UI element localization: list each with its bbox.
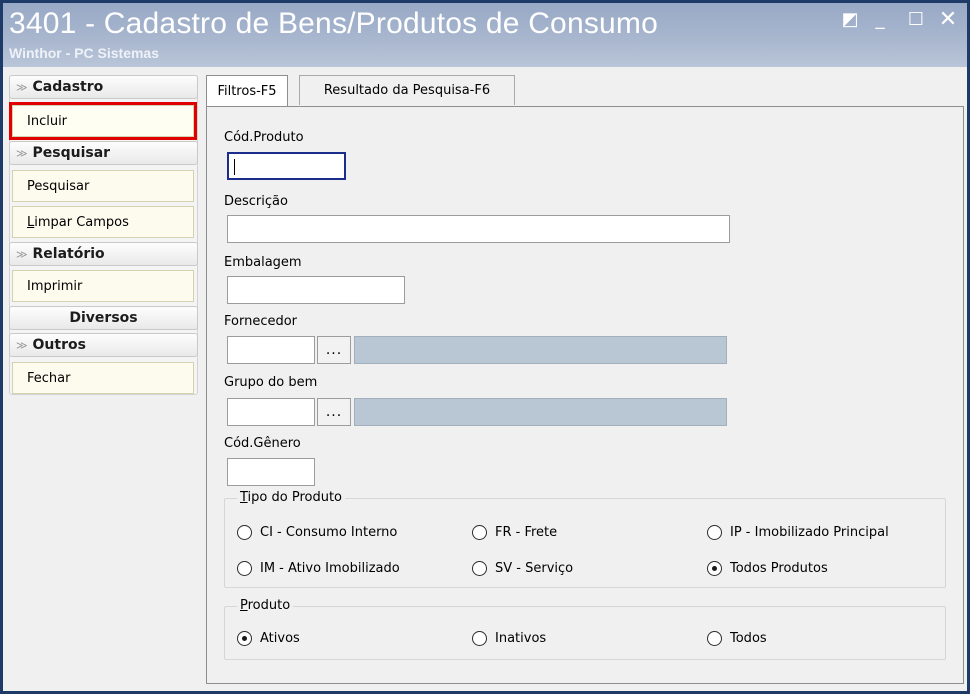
- fornecedor-code-input[interactable]: [227, 336, 315, 364]
- radio-button-icon: [707, 631, 722, 646]
- sidebar-item-fechar[interactable]: Fechar: [12, 362, 194, 394]
- sidebar-item-label: impar Campos: [34, 214, 129, 230]
- radio-button-icon: [707, 525, 722, 540]
- sidebar-item-incluir[interactable]: Incluir: [9, 102, 197, 140]
- tab-label: Filtros-F5: [217, 84, 277, 99]
- fornecedor-description-field: [354, 336, 727, 364]
- embalagem-label: Embalagem: [224, 255, 302, 270]
- minimize-icon[interactable]: _: [869, 9, 891, 31]
- collapse-chevron-icon: ≫: [16, 338, 28, 352]
- window-title: 3401 - Cadastro de Bens/Produtos de Cons…: [9, 7, 658, 40]
- sidebar-header-outros[interactable]: ≫ Outros: [9, 333, 198, 357]
- radio-button-selected-icon: [707, 561, 722, 576]
- sidebar-header-cadastro[interactable]: ≫ Cadastro: [9, 75, 198, 99]
- sidebar-item-label: Fechar: [27, 370, 71, 386]
- sidebar-header-label: Relatório: [32, 246, 105, 262]
- radio-label: Todos Produtos: [730, 561, 828, 576]
- text-caret: [234, 159, 235, 175]
- radio-todos[interactable]: Todos: [707, 631, 767, 646]
- tab-label: Resultado da Pesquisa-F6: [323, 83, 491, 98]
- grupo-bem-description-field: [354, 398, 727, 426]
- produto-status-group: [224, 606, 946, 660]
- descricao-input[interactable]: [227, 215, 730, 243]
- maximize-icon[interactable]: ☐: [905, 9, 927, 31]
- radio-ci-consumo-interno[interactable]: CI - Consumo Interno: [237, 525, 397, 540]
- sidebar-item-pesquisar[interactable]: Pesquisar: [12, 170, 194, 202]
- radio-fr-frete[interactable]: FR - Frete: [472, 525, 557, 540]
- grupo-bem-code-input[interactable]: [227, 398, 315, 426]
- sidebar-header-label: Pesquisar: [32, 145, 111, 161]
- radio-label: Ativos: [260, 631, 300, 646]
- radio-ip-imobilizado-principal[interactable]: IP - Imobilizado Principal: [707, 525, 889, 540]
- radio-button-icon: [472, 631, 487, 646]
- collapse-chevron-icon: ≫: [16, 146, 28, 160]
- cod-genero-input[interactable]: [227, 458, 315, 486]
- embalagem-input[interactable]: [227, 276, 405, 304]
- descricao-label: Descrição: [224, 194, 288, 209]
- tab-filtros[interactable]: Filtros-F5: [206, 75, 288, 107]
- radio-button-icon: [472, 525, 487, 540]
- sidebar-header-label: Diversos: [69, 310, 138, 326]
- radio-label: IM - Ativo Imobilizado: [260, 561, 400, 576]
- radio-ativos[interactable]: Ativos: [237, 631, 300, 646]
- radio-label: SV - Serviço: [495, 561, 574, 576]
- grupo-bem-label: Grupo do bem: [224, 375, 318, 390]
- radio-label: Inativos: [495, 631, 547, 646]
- cod-produto-input[interactable]: [227, 152, 346, 180]
- collapse-chevron-icon: ≫: [16, 80, 28, 94]
- radio-sv-servico[interactable]: SV - Serviço: [472, 561, 573, 576]
- produto-legend-accelerator: P: [240, 598, 248, 613]
- cod-genero-label: Cód.Gênero: [224, 436, 301, 451]
- produto-legend-text: roduto: [247, 598, 291, 613]
- radio-label: Todos: [730, 631, 767, 646]
- sidebar-item-limpar-campos[interactable]: Limpar Campos: [12, 206, 194, 238]
- sidebar-item-label-accelerator: L: [27, 214, 35, 230]
- radio-button-icon: [472, 561, 487, 576]
- tab-resultado-pesquisa[interactable]: Resultado da Pesquisa-F6: [299, 75, 515, 105]
- grupo-bem-lookup-button[interactable]: ...: [317, 398, 351, 426]
- radio-button-selected-icon: [237, 631, 252, 646]
- radio-im-ativo-imobilizado[interactable]: IM - Ativo Imobilizado: [237, 561, 400, 576]
- sidebar-header-label: Outros: [32, 337, 86, 353]
- radio-inativos[interactable]: Inativos: [472, 631, 546, 646]
- radio-label: CI - Consumo Interno: [260, 525, 398, 540]
- restore-icon[interactable]: ◩: [839, 9, 861, 31]
- radio-button-icon: [237, 525, 252, 540]
- tipo-produto-legend: Tipo do Produto: [237, 490, 345, 505]
- produto-legend: Produto: [237, 598, 294, 613]
- tipo-produto-legend-text: ipo do Produto: [247, 490, 342, 505]
- sidebar-header-relatorio[interactable]: ≫ Relatório: [9, 242, 198, 266]
- sidebar-item-label: Incluir: [27, 113, 68, 129]
- sidebar-item-imprimir[interactable]: Imprimir: [12, 270, 194, 302]
- radio-button-icon: [237, 561, 252, 576]
- radio-label: IP - Imobilizado Principal: [730, 525, 889, 540]
- window-subtitle: Winthor - PC Sistemas: [9, 45, 160, 61]
- radio-todos-produtos[interactable]: Todos Produtos: [707, 561, 828, 576]
- filters-panel: Cód.Produto Descrição Embalagem Forneced…: [206, 106, 964, 684]
- tipo-produto-legend-accelerator: T: [240, 490, 248, 505]
- sidebar-header-label: Cadastro: [32, 79, 104, 95]
- title-bar[interactable]: 3401 - Cadastro de Bens/Produtos de Cons…: [3, 3, 967, 67]
- app-window: 3401 - Cadastro de Bens/Produtos de Cons…: [0, 0, 970, 694]
- sidebar-header-pesquisar[interactable]: ≫ Pesquisar: [9, 141, 198, 165]
- sidebar-header-diversos[interactable]: Diversos: [9, 306, 198, 330]
- fornecedor-label: Fornecedor: [224, 314, 298, 329]
- fornecedor-lookup-button[interactable]: ...: [317, 336, 351, 364]
- collapse-chevron-icon: ≫: [16, 247, 28, 261]
- radio-label: FR - Frete: [495, 525, 558, 540]
- sidebar-item-label: Pesquisar: [27, 178, 90, 194]
- cod-produto-label: Cód.Produto: [224, 130, 304, 145]
- sidebar-item-label: Imprimir: [27, 278, 83, 294]
- close-icon[interactable]: ✕: [937, 9, 959, 31]
